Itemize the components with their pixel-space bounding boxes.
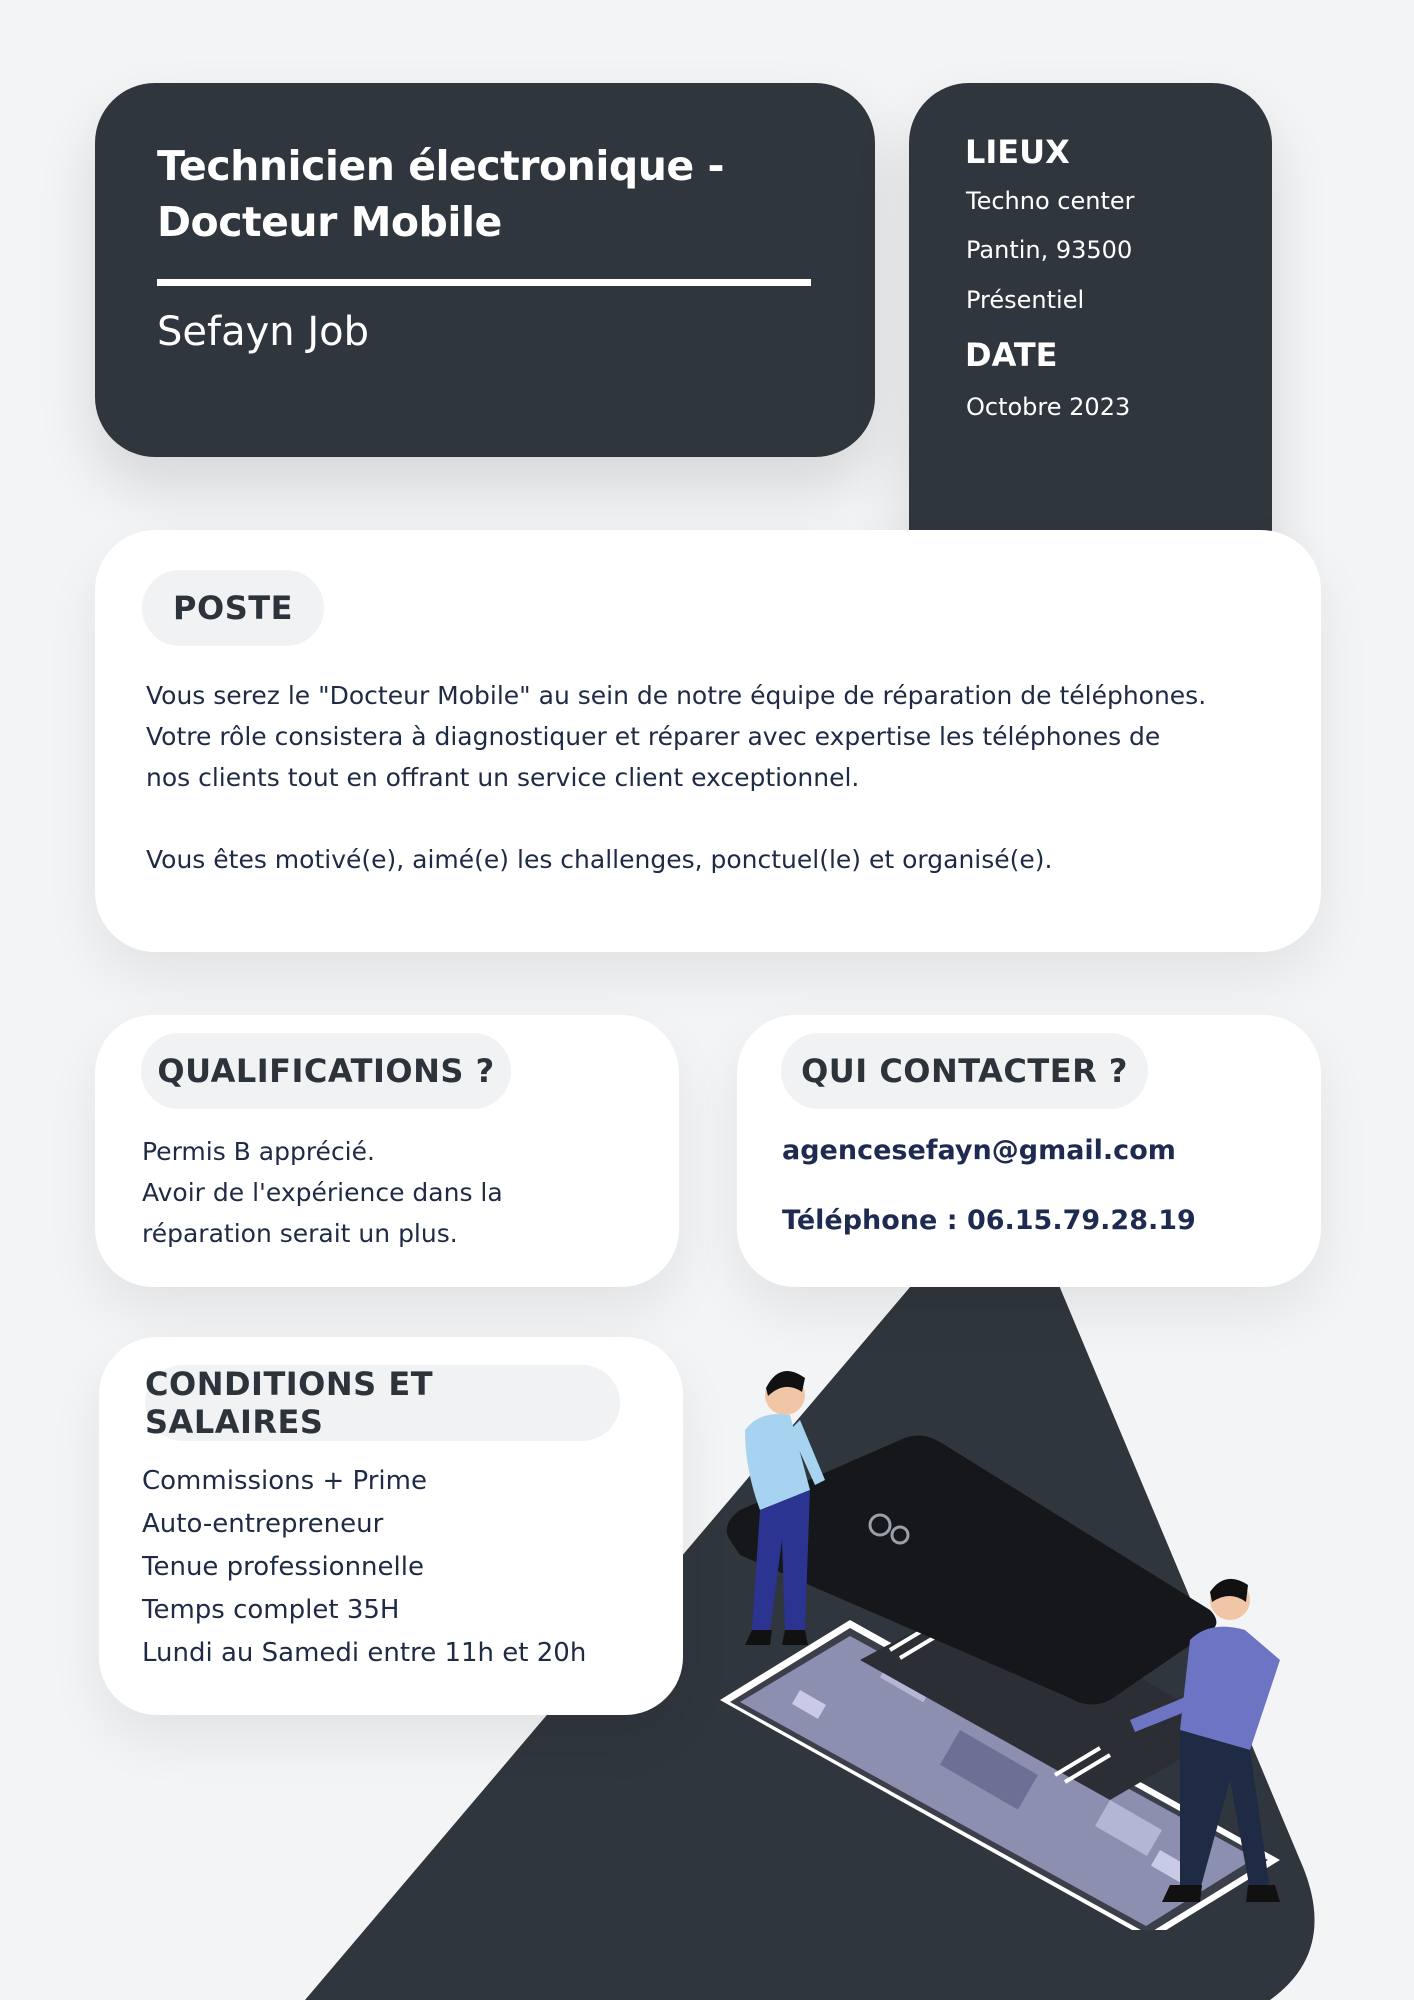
poste-line: Votre rôle consistera à diagnostiquer et… <box>146 722 1161 751</box>
conditions-heading: CONDITIONS ET SALAIRES <box>145 1365 620 1441</box>
conditions-line: Tenue professionnelle <box>142 1552 424 1582</box>
conditions-line: Temps complet 35H <box>142 1595 400 1625</box>
poste-card: POSTE Vous serez le "Docteur Mobile" au … <box>95 530 1321 952</box>
poste-line: nos clients tout en offrant un service c… <box>146 763 860 792</box>
contact-heading: QUI CONTACTER ? <box>781 1033 1148 1109</box>
job-title: Technicien électronique - Docteur Mobile <box>157 138 797 250</box>
conditions-line: Lundi au Samedi entre 11h et 20h <box>142 1638 587 1668</box>
conditions-text: Commissions + Prime Auto-entrepreneur Te… <box>142 1460 586 1675</box>
job-title-line2: Docteur Mobile <box>157 198 502 246</box>
company-name: Sefayn Job <box>157 309 369 355</box>
lieux-heading: LIEUX <box>965 133 1070 171</box>
job-title-line1: Technicien électronique - <box>157 142 725 190</box>
contact-card: QUI CONTACTER ? agencesefayn@gmail.com T… <box>737 1015 1321 1287</box>
qualifications-line: réparation serait un plus. <box>142 1219 458 1248</box>
conditions-card: CONDITIONS ET SALAIRES Commissions + Pri… <box>99 1337 683 1715</box>
conditions-line: Auto-entrepreneur <box>142 1509 384 1539</box>
poste-text: Vous serez le "Docteur Mobile" au sein d… <box>146 675 1206 880</box>
qualifications-card: QUALIFICATIONS ? Permis B apprécié. Avoi… <box>95 1015 679 1287</box>
location-date-card: LIEUX Techno center Pantin, 93500 Présen… <box>909 83 1272 553</box>
job-header-card: Technicien électronique - Docteur Mobile… <box>95 83 875 457</box>
title-divider <box>157 279 811 286</box>
conditions-line: Commissions + Prime <box>142 1466 427 1496</box>
qualifications-text: Permis B apprécié. Avoir de l'expérience… <box>142 1131 503 1254</box>
qualifications-line: Avoir de l'expérience dans la <box>142 1178 503 1207</box>
lieux-line: Présentiel <box>966 286 1085 314</box>
phone-repair-illustration <box>720 1370 1280 1930</box>
lieux-line: Pantin, 93500 <box>966 236 1133 264</box>
contact-phone: Téléphone : 06.15.79.28.19 <box>782 1205 1196 1236</box>
date-value: Octobre 2023 <box>966 393 1131 421</box>
poste-heading: POSTE <box>142 570 324 646</box>
contact-email-link[interactable]: agencesefayn@gmail.com <box>782 1135 1176 1166</box>
lieux-line: Techno center <box>966 187 1135 215</box>
poste-line: Vous êtes motivé(e), aimé(e) les challen… <box>146 845 1053 874</box>
qualifications-line: Permis B apprécié. <box>142 1137 375 1166</box>
poste-line: Vous serez le "Docteur Mobile" au sein d… <box>146 681 1207 710</box>
date-heading: DATE <box>965 336 1058 374</box>
qualifications-heading: QUALIFICATIONS ? <box>141 1033 511 1109</box>
